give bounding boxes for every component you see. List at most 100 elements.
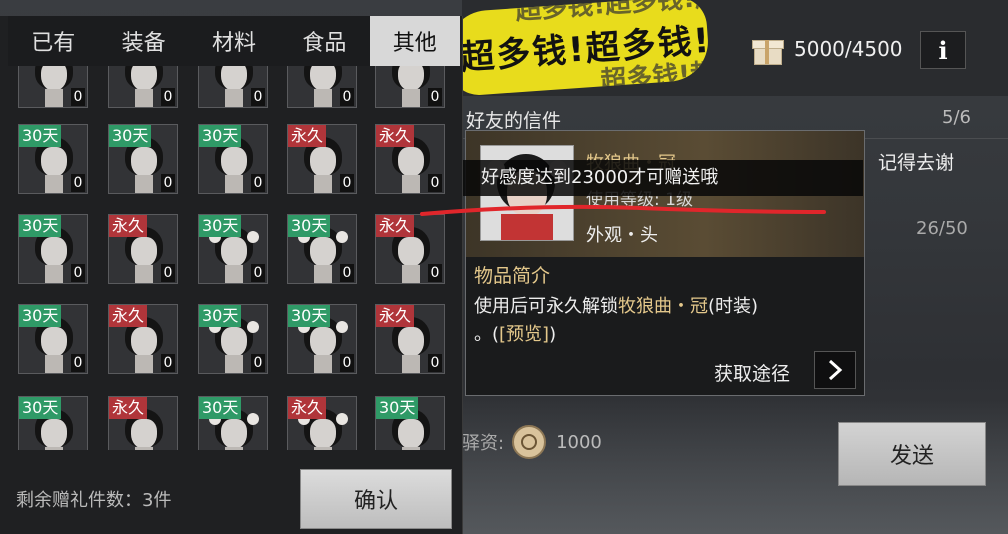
gift-restriction-toast: 好感度达到23000才可赠送哦	[463, 160, 863, 196]
item-quantity: 0	[251, 88, 265, 106]
item-quantity: 0	[71, 174, 85, 192]
duration-badge: 永久	[288, 397, 327, 419]
item-cell[interactable]: 30天	[198, 396, 268, 450]
item-quantity: 0	[251, 264, 265, 282]
tab-0[interactable]: 已有	[8, 16, 98, 66]
duration-badge: 30天	[109, 125, 152, 147]
tab-2[interactable]: 材料	[189, 16, 279, 66]
friend-letters-count: 5/6	[942, 107, 971, 128]
item-cell[interactable]: 永久 0	[287, 124, 357, 194]
item-cell[interactable]: 0	[198, 66, 268, 108]
duration-badge: 永久	[376, 215, 415, 237]
item-kind: 外观・头	[586, 225, 658, 246]
item-quantity: 0	[71, 264, 85, 282]
preview-link[interactable]: [预览]	[499, 324, 549, 345]
item-cell[interactable]: 0	[108, 66, 178, 108]
item-cell[interactable]: 0	[18, 66, 88, 108]
item-cell[interactable]: 30天 0	[18, 214, 88, 284]
duration-badge: 永久	[109, 305, 148, 327]
inventory-tabs: 已有 装备 材料 食品 其他	[8, 16, 460, 66]
item-quantity: 0	[428, 174, 442, 192]
item-cell[interactable]: 30天	[18, 396, 88, 450]
friend-letters-title: 好友的信件	[466, 110, 562, 132]
duration-badge: 永久	[376, 125, 415, 147]
item-cell[interactable]: 30天 0	[198, 214, 268, 284]
tab-1[interactable]: 装备	[98, 16, 188, 66]
desc-line2-prefix: 。	[474, 324, 492, 345]
item-quantity: 0	[428, 88, 442, 106]
item-quantity: 0	[251, 174, 265, 192]
item-grid: 0 0 0 0 0 30天 0 30天 0 30天 0 永久 0 永久 0 30天 0 永久 0 30天 0 30天 0 永久…	[0, 66, 462, 450]
item-quantity: 0	[161, 354, 175, 372]
item-description: 使用后可永久解锁牧狼曲・冠(时装) 。([预览])	[474, 296, 759, 345]
item-quantity: 0	[161, 264, 175, 282]
item-cell[interactable]: 30天 0	[18, 304, 88, 374]
item-cell[interactable]: 永久 0	[108, 214, 178, 284]
confirm-button[interactable]: 确认	[300, 469, 452, 529]
item-quantity: 0	[428, 264, 442, 282]
item-cell[interactable]: 永久	[287, 396, 357, 450]
gift-counter: 5000/4500	[752, 34, 903, 65]
item-cell[interactable]: 永久 0	[375, 304, 445, 374]
letter-preview-text[interactable]: 记得去谢	[878, 148, 954, 175]
item-cell[interactable]: 30天 0	[108, 124, 178, 194]
duration-badge: 30天	[199, 397, 242, 419]
source-arrow-button[interactable]	[814, 351, 856, 389]
duration-badge: 永久	[376, 305, 415, 327]
item-cell[interactable]: 永久	[108, 396, 178, 450]
item-quantity: 0	[428, 354, 442, 372]
duration-badge: 30天	[19, 215, 62, 237]
fee-label: 驿资:	[462, 433, 505, 454]
item-cell[interactable]: 30天	[375, 396, 445, 450]
item-quantity: 0	[161, 174, 175, 192]
duration-badge: 30天	[199, 215, 242, 237]
duration-badge: 30天	[376, 397, 419, 419]
item-quantity: 0	[340, 88, 354, 106]
item-cell[interactable]: 30天 0	[287, 214, 357, 284]
item-cell[interactable]: 永久 0	[375, 214, 445, 284]
item-cell[interactable]: 0	[375, 66, 445, 108]
tab-4[interactable]: 其他	[369, 16, 460, 66]
item-cell[interactable]: 30天 0	[18, 124, 88, 194]
item-cell[interactable]: 0	[287, 66, 357, 108]
desc-line2-suffix: )	[549, 324, 557, 345]
letter-slot-count: 26/50	[916, 218, 968, 239]
remaining-gifts-label: 剩余赠礼件数：3件	[16, 490, 172, 511]
desc-prefix: 使用后可永久解锁	[474, 296, 618, 317]
item-quantity: 0	[340, 264, 354, 282]
item-intro-title: 物品简介	[474, 265, 551, 287]
item-quantity: 0	[71, 354, 85, 372]
item-quantity: 0	[71, 88, 85, 106]
send-button[interactable]: 发送	[838, 422, 986, 486]
coin-icon	[512, 425, 547, 459]
postage-fee: 驿资: 1000	[462, 425, 602, 459]
tab-3[interactable]: 食品	[279, 16, 369, 66]
item-cell[interactable]: 30天 0	[287, 304, 357, 374]
chevron-right-icon	[828, 359, 843, 381]
fee-value: 1000	[556, 431, 602, 453]
item-quantity: 0	[251, 354, 265, 372]
duration-badge: 30天	[288, 305, 331, 327]
duration-badge: 永久	[288, 125, 327, 147]
gift-box-icon	[752, 34, 784, 65]
item-cell[interactable]: 30天 0	[198, 124, 268, 194]
source-label: 获取途径	[714, 363, 791, 385]
item-quantity: 0	[161, 88, 175, 106]
item-quantity: 0	[340, 354, 354, 372]
duration-badge: 30天	[199, 305, 242, 327]
item-quantity: 0	[340, 174, 354, 192]
item-cell[interactable]: 永久 0	[375, 124, 445, 194]
item-cell[interactable]: 30天 0	[198, 304, 268, 374]
desc-item-name: 牧狼曲・冠	[618, 296, 708, 317]
duration-badge: 30天	[19, 397, 62, 419]
item-cell[interactable]: 永久 0	[108, 304, 178, 374]
gift-count: 5000/4500	[794, 37, 903, 61]
red-underline-annotation	[420, 204, 826, 216]
duration-badge: 30天	[19, 305, 62, 327]
gift-inventory-panel: 已有 装备 材料 食品 其他 0 0 0 0 0 30天 0 30天 0 30天 0 永久 0 永久 0 30天 0 永久…	[0, 16, 463, 534]
duration-badge: 永久	[109, 215, 148, 237]
duration-badge: 30天	[19, 125, 62, 147]
info-button[interactable]: i	[920, 31, 966, 69]
duration-badge: 30天	[288, 215, 331, 237]
duration-badge: 30天	[199, 125, 242, 147]
